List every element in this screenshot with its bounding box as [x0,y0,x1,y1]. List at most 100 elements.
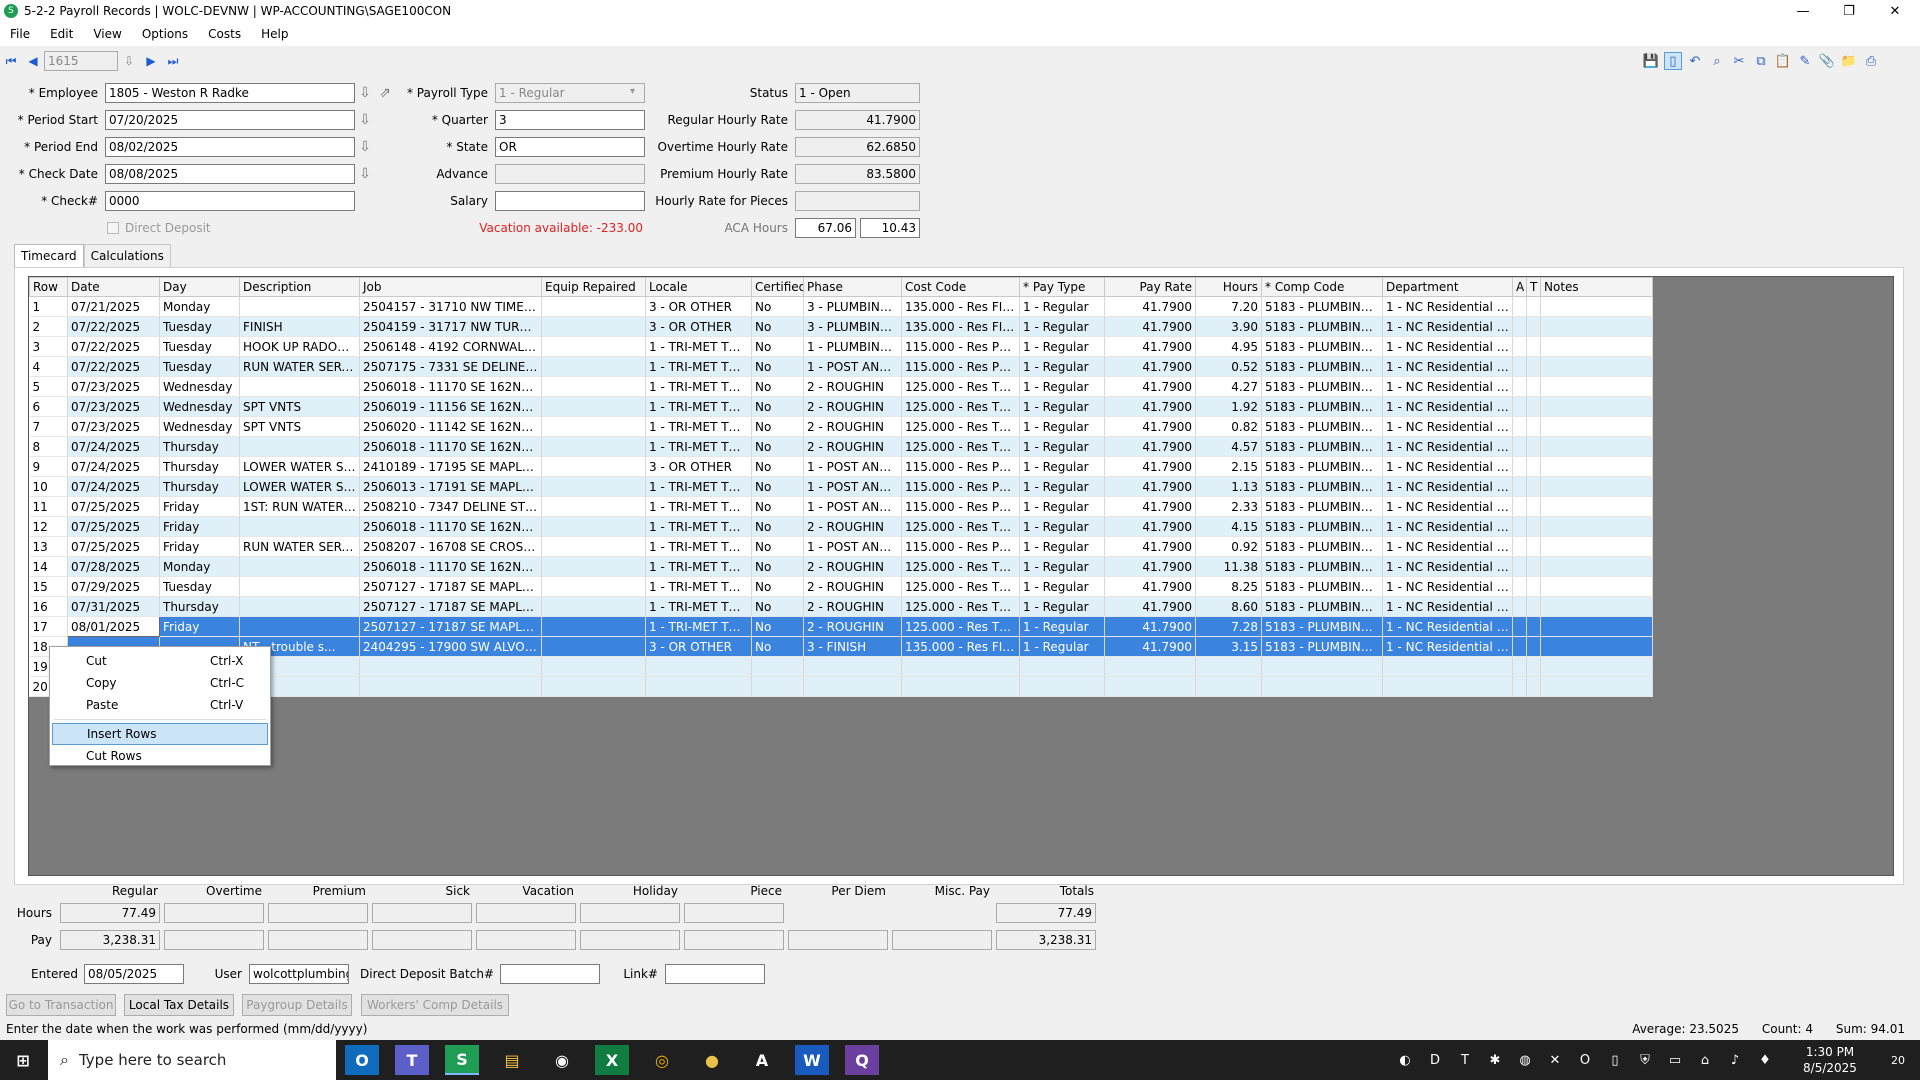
cell-cost-code[interactable]: 125.000 - Res TO A... [901,596,1020,617]
cell-job[interactable]: 2504159 - 31717 NW TUREL D... [359,316,542,337]
cell-equip-repaired[interactable] [541,516,646,537]
cell-day[interactable]: Thursday [159,596,240,617]
cell-cost-code[interactable]: 135.000 - Res FIN... [901,316,1020,337]
cell-hours[interactable]: 2.15 [1195,456,1262,477]
column-header-cost-code[interactable]: Cost Code [901,277,1020,297]
table-row[interactable]: 18 NT - trouble s... 2404295 - 17900 SW AL… [29,636,1653,657]
cell-department[interactable]: 1 - NC Residential Pl... [1382,436,1513,457]
tray-security-icon[interactable]: ⛨ [1635,1050,1655,1070]
cell-date[interactable]: 07/25/2025 [67,536,160,557]
cell-equip-repaired[interactable] [541,476,646,497]
cell-description[interactable]: LOWER WATER SER... [239,456,360,477]
table-row[interactable]: 5 07/23/2025 Wednesday 2506018 - 11170 SE 1… [29,376,1653,397]
cell-department[interactable]: 1 - NC Residential Pl... [1382,336,1513,357]
cell-phase[interactable]: 1 - POST AND... [803,496,902,517]
first-record-icon[interactable]: ⏮ [4,54,18,68]
cell-pay-rate[interactable]: 41.7900 [1104,636,1196,657]
cell-pay-rate[interactable] [1104,676,1196,697]
cell-comp-code[interactable]: 5183 - PLUMBING... [1261,396,1383,417]
cell-comp-code[interactable]: 5183 - PLUMBING... [1261,496,1383,517]
cell-department[interactable]: 1 - NC Residential Pl... [1382,596,1513,617]
cell-a[interactable] [1512,596,1527,617]
cell-description[interactable] [239,516,360,537]
cell-phase[interactable]: 2 - ROUGHIN [803,436,902,457]
cell-notes[interactable] [1540,576,1653,597]
pay-total-field[interactable]: 3,238.31 [60,930,160,950]
cell-comp-code[interactable] [1261,656,1383,677]
tray-app-icon[interactable]: ◐ [1395,1050,1415,1070]
cell-department[interactable]: 1 - NC Residential Pl... [1382,316,1513,337]
cell-pay-type[interactable]: 1 - Regular [1019,416,1105,437]
cell-cost-code[interactable]: 115.000 - Res P&B... [901,476,1020,497]
cell-a[interactable] [1512,396,1527,417]
cell-certified[interactable]: No [751,596,804,617]
paygroup-details-button[interactable]: Paygroup Details [242,994,352,1016]
column-header-comp-code[interactable]: * Comp Code [1261,277,1383,297]
cell-department[interactable]: 1 - NC Residential Pl... [1382,556,1513,577]
cell-description[interactable] [239,296,360,317]
cell-department[interactable]: 1 - NC Residential Pl... [1382,356,1513,377]
cell-locale[interactable]: 1 - TRI-MET TRA... [645,376,752,397]
column-header-pay-type[interactable]: * Pay Type [1019,277,1105,297]
cell-job[interactable]: 2507175 - 7331 SE DELINE ST B... [359,356,542,377]
cell-certified[interactable]: No [751,376,804,397]
app-q-icon[interactable]: Q [845,1045,879,1075]
cell-description[interactable]: HOOK UP RADON... [239,336,360,357]
cell-phase[interactable]: 1 - POST AND... [803,536,902,557]
cell-comp-code[interactable]: 5183 - PLUMBING... [1261,416,1383,437]
cell-hours[interactable]: 0.52 [1195,356,1262,377]
cell-row[interactable]: 10 [29,476,68,497]
cell-a[interactable] [1512,536,1527,557]
cell-a[interactable] [1512,316,1527,337]
context-menu-copy[interactable]: Copy Ctrl-C [52,672,268,694]
cell-department[interactable]: 1 - NC Residential Pl... [1382,616,1513,637]
column-header-certified[interactable]: Certified [751,277,804,297]
cell-day[interactable]: Friday [159,516,240,537]
tray-device-icon[interactable]: ▯ [1605,1050,1625,1070]
tray-slack-icon[interactable]: ✱ [1485,1050,1505,1070]
cell-t[interactable] [1526,616,1541,637]
premium-rate-field[interactable]: 83.5800 [795,164,920,184]
cell-phase[interactable]: 1 - POST AND... [803,476,902,497]
table-row[interactable]: 13 07/25/2025 Friday RUN WATER SERVICE 25082… [29,536,1653,557]
cell-date[interactable]: 07/24/2025 [67,436,160,457]
cell-row[interactable]: 7 [29,416,68,437]
period-start-field[interactable]: 07/20/2025 [105,110,355,130]
cell-comp-code[interactable]: 5183 - PLUMBING... [1261,576,1383,597]
cell-locale[interactable]: 1 - TRI-MET TRA... [645,356,752,377]
cell-locale[interactable]: 1 - TRI-MET TRA... [645,536,752,557]
cell-job[interactable]: 2504157 - 31710 NW TIMERIC... [359,296,542,317]
link-field[interactable] [665,964,765,984]
cell-pay-rate[interactable]: 41.7900 [1104,456,1196,477]
cell-notes[interactable] [1540,476,1653,497]
cell-t[interactable] [1526,516,1541,537]
cell-job[interactable]: 2507127 - 17187 SE MAPLE HIL... [359,616,542,637]
cell-certified[interactable]: No [751,416,804,437]
cell-a[interactable] [1512,436,1527,457]
cell-day[interactable]: Friday [159,496,240,517]
pay-total-field[interactable] [684,930,784,950]
cell-pay-rate[interactable]: 41.7900 [1104,416,1196,437]
cell-pay-type[interactable]: 1 - Regular [1019,316,1105,337]
tray-chat-icon[interactable]: ◍ [1515,1050,1535,1070]
cell-job[interactable] [359,656,542,677]
table-row[interactable]: 15 07/29/2025 Tuesday 2507127 - 17187 SE MA… [29,576,1653,597]
cell-date[interactable]: 07/22/2025 [67,356,160,377]
menu-help[interactable]: Help [251,27,298,41]
regular-rate-field[interactable]: 41.7900 [795,110,920,130]
cell-phase[interactable]: 1 - PLUMBING... [803,336,902,357]
cell-pay-rate[interactable]: 41.7900 [1104,476,1196,497]
cell-job[interactable]: 2506018 - 11170 SE 162ND AV... [359,556,542,577]
cell-description[interactable]: RUN WATER SERVIC... [239,356,360,377]
payroll-type-select[interactable]: 1 - Regular [495,83,645,103]
cell-certified[interactable]: No [751,436,804,457]
cell-pay-rate[interactable]: 41.7900 [1104,296,1196,317]
context-menu-paste[interactable]: Paste Ctrl-V [52,694,268,716]
cell-pay-type[interactable]: 1 - Regular [1019,456,1105,477]
word-icon[interactable]: W [795,1045,829,1075]
cell-locale[interactable]: 1 - TRI-MET TRA... [645,576,752,597]
pay-total-field[interactable] [788,930,888,950]
cell-t[interactable] [1526,356,1541,377]
cell-pay-type[interactable]: 1 - Regular [1019,436,1105,457]
period-start-lookup-icon[interactable]: ⇩ [357,111,373,129]
